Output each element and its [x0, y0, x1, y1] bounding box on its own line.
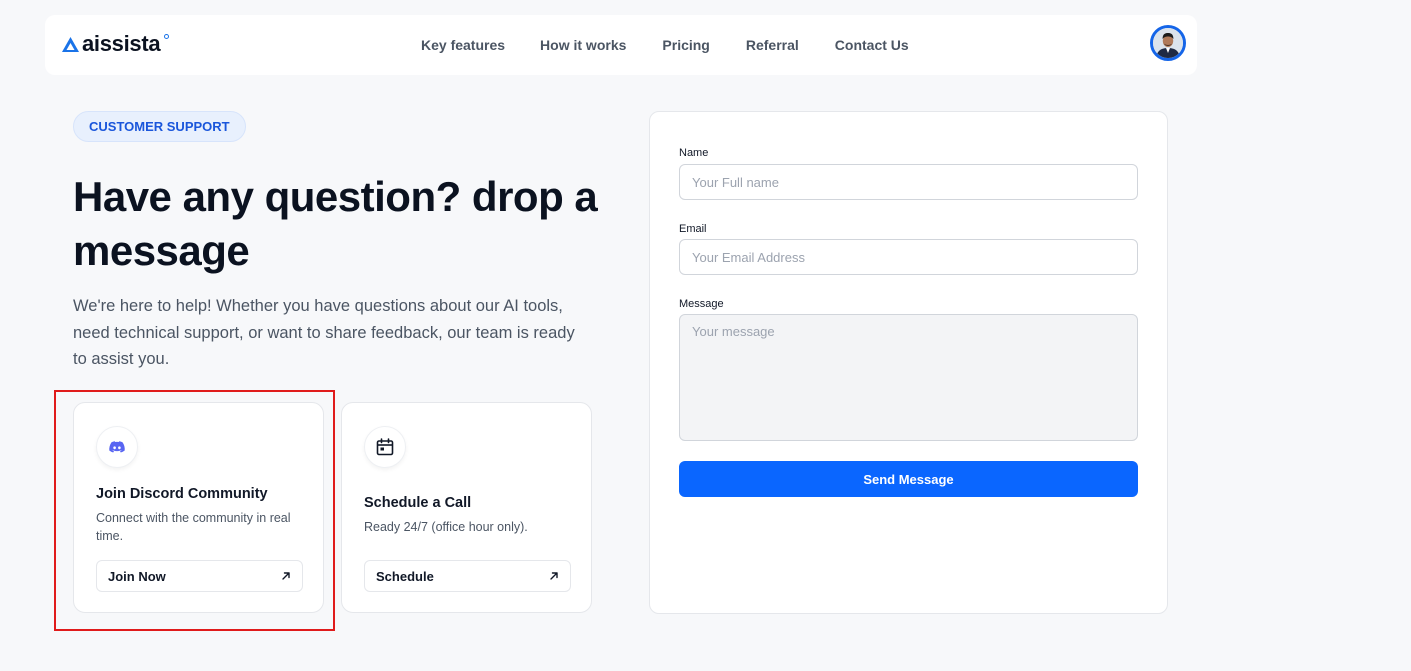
customer-support-badge: CUSTOMER SUPPORT: [73, 111, 246, 142]
page-title: Have any question? drop a message: [73, 173, 598, 274]
send-message-button[interactable]: Send Message: [679, 461, 1138, 497]
schedule-card-description: Ready 24/7 (office hour only).: [364, 520, 528, 534]
nav-link-key-features[interactable]: Key features: [421, 36, 505, 54]
name-label: Name: [679, 147, 709, 159]
nav-links: Key features How it works Pricing Referr…: [421, 36, 945, 54]
brand-logo[interactable]: aissista: [62, 31, 170, 56]
discord-card-description: Connect with the community in real time.: [96, 511, 291, 543]
message-textarea[interactable]: [679, 314, 1138, 441]
arrow-up-right-icon: [550, 572, 558, 580]
calendar-icon-circle: [364, 426, 406, 468]
email-input[interactable]: [679, 239, 1138, 275]
nav-link-contact-us[interactable]: Contact Us: [835, 36, 909, 54]
contact-form: Name Email Message Send Message: [649, 111, 1168, 614]
join-now-label: Join Now: [108, 568, 166, 584]
logo-dot-icon: [164, 33, 170, 39]
schedule-button[interactable]: Schedule: [364, 560, 571, 592]
calendar-icon: [376, 438, 394, 456]
nav-link-how-it-works[interactable]: How it works: [540, 36, 626, 54]
top-navbar: aissista Key features How it works Prici…: [45, 15, 1197, 75]
discord-icon-circle: [96, 426, 138, 468]
email-label: Email: [679, 223, 707, 235]
user-avatar-image: [1153, 28, 1183, 58]
user-avatar[interactable]: [1150, 25, 1186, 61]
hero-description: We're here to help! Whether you have que…: [73, 297, 575, 368]
schedule-call-card: Schedule a Call Ready 24/7 (office hour …: [341, 402, 592, 613]
triangle-logo-icon: [62, 36, 79, 52]
brand-name: aissista: [82, 31, 161, 56]
name-input[interactable]: [679, 164, 1138, 200]
join-now-button[interactable]: Join Now: [96, 560, 303, 592]
discord-community-card: Join Discord Community Connect with the …: [73, 402, 324, 613]
schedule-label: Schedule: [376, 568, 434, 584]
message-label: Message: [679, 298, 724, 310]
arrow-up-right-icon: [282, 572, 290, 580]
nav-link-pricing[interactable]: Pricing: [662, 36, 709, 54]
schedule-card-title: Schedule a Call: [364, 495, 472, 511]
discord-card-title: Join Discord Community: [96, 486, 268, 502]
nav-link-referral[interactable]: Referral: [746, 36, 799, 54]
discord-icon: [109, 441, 125, 453]
